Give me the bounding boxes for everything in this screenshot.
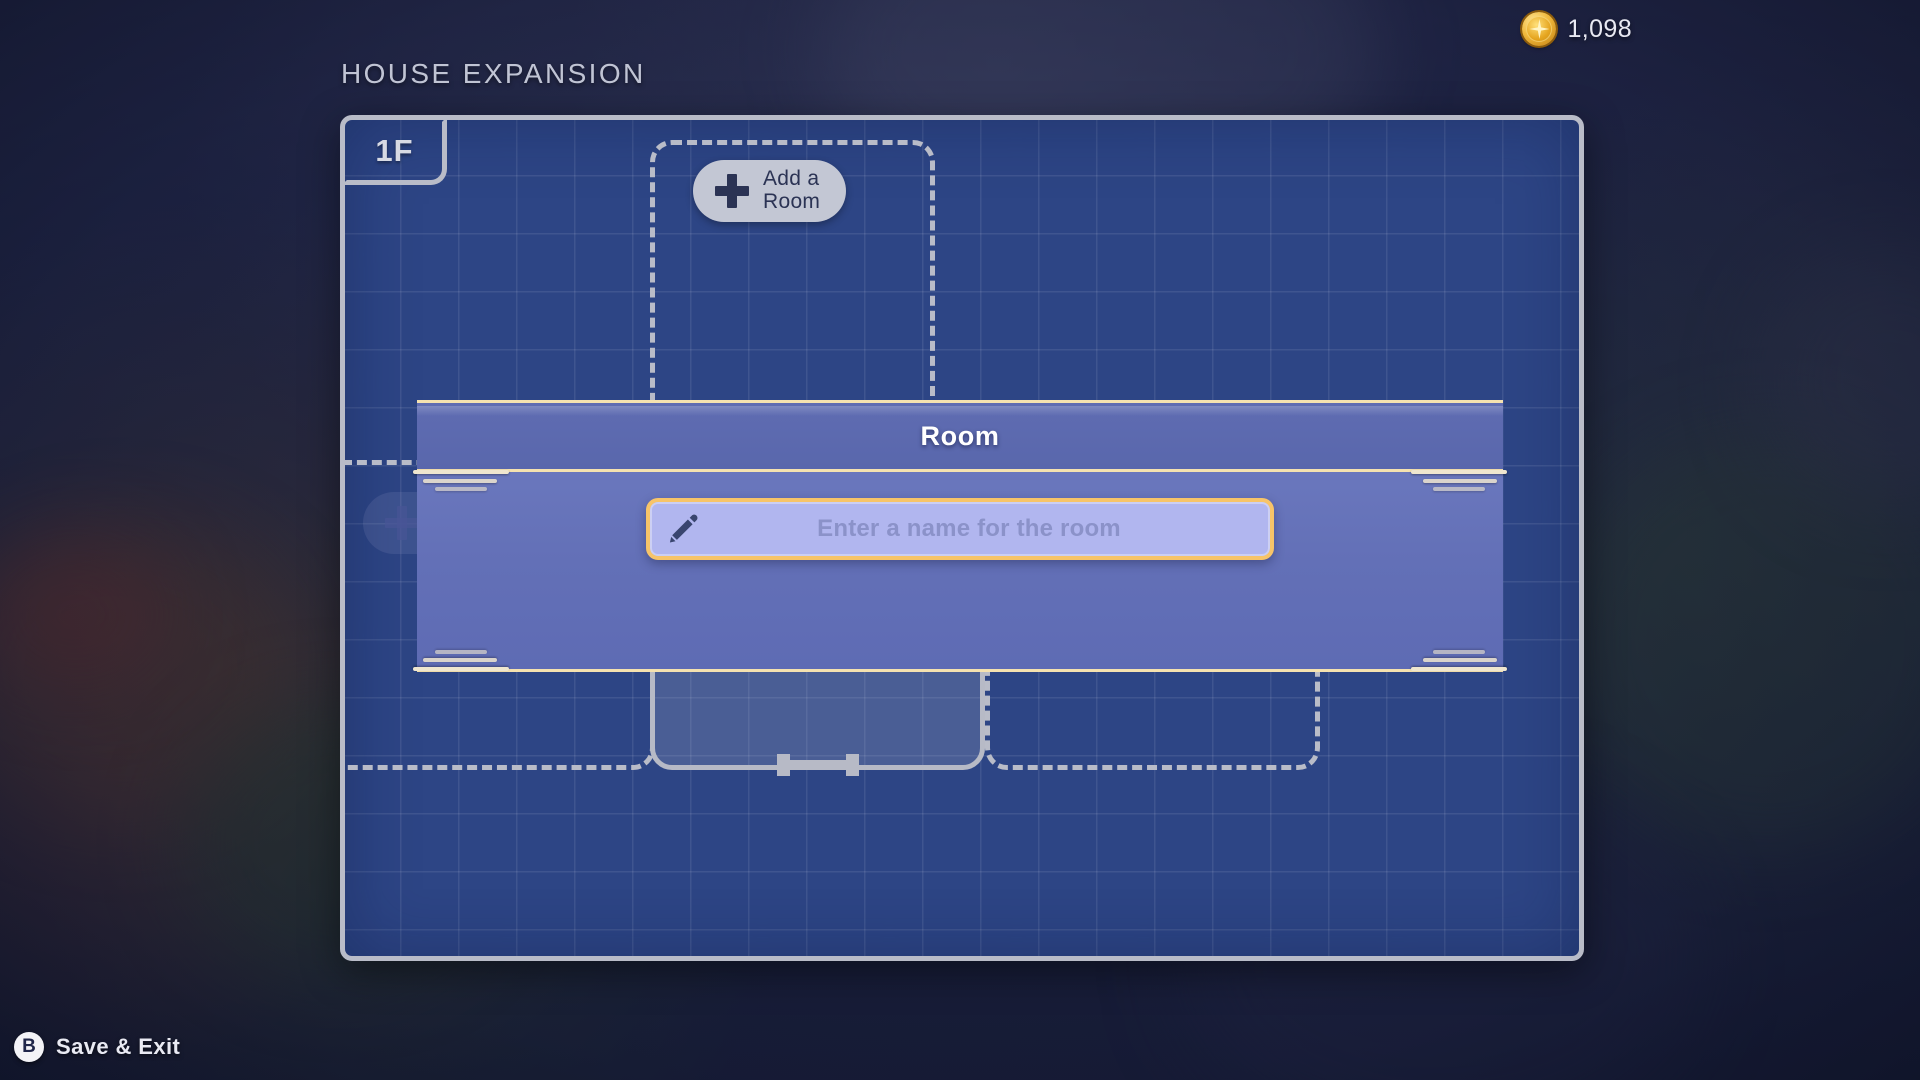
plus-icon (385, 506, 419, 540)
currency-display: 1,098 (1522, 12, 1632, 46)
coin-amount: 1,098 (1567, 14, 1632, 43)
coin-star-glyph (1529, 19, 1550, 39)
pencil-icon (666, 512, 700, 546)
background-decor (1560, 430, 1920, 850)
door-jamb-right (845, 754, 859, 776)
background-decor (0, 540, 170, 690)
add-room-button-top[interactable]: Add a Room (693, 160, 847, 222)
room-name-input[interactable] (706, 502, 1270, 556)
corner-ornament-top-left (413, 470, 509, 500)
coin-icon (1522, 12, 1557, 46)
door-lintel (786, 760, 849, 768)
dialog-header: Room (417, 400, 1503, 472)
plus-icon (715, 174, 749, 208)
dialog-title: Room (920, 420, 1000, 451)
corner-ornament-bottom-left (413, 641, 509, 671)
floor-tab-label: 1F (375, 133, 414, 168)
game-screen: 1,098 HOUSE EXPANSION 1F Add a Room Room… (0, 0, 1920, 1080)
dialog-body (413, 470, 1507, 672)
background-decor (1760, 250, 1920, 510)
floor-tab-1f[interactable]: 1F (345, 120, 447, 185)
room-name-field[interactable] (646, 498, 1274, 560)
room-door (776, 754, 859, 776)
page-title: HOUSE EXPANSION (341, 58, 646, 89)
corner-ornament-bottom-right (1411, 641, 1507, 671)
header-sheen (417, 406, 1503, 416)
save-and-exit-label[interactable]: Save & Exit (56, 1034, 180, 1060)
room-name-dialog: Room (413, 400, 1507, 675)
add-room-label: Add a Room (763, 167, 821, 213)
background-decor (0, 520, 300, 820)
footer-actions: B Save & Exit (14, 1032, 180, 1062)
b-button-icon[interactable]: B (14, 1032, 44, 1062)
corner-ornament-top-right (1411, 470, 1507, 500)
